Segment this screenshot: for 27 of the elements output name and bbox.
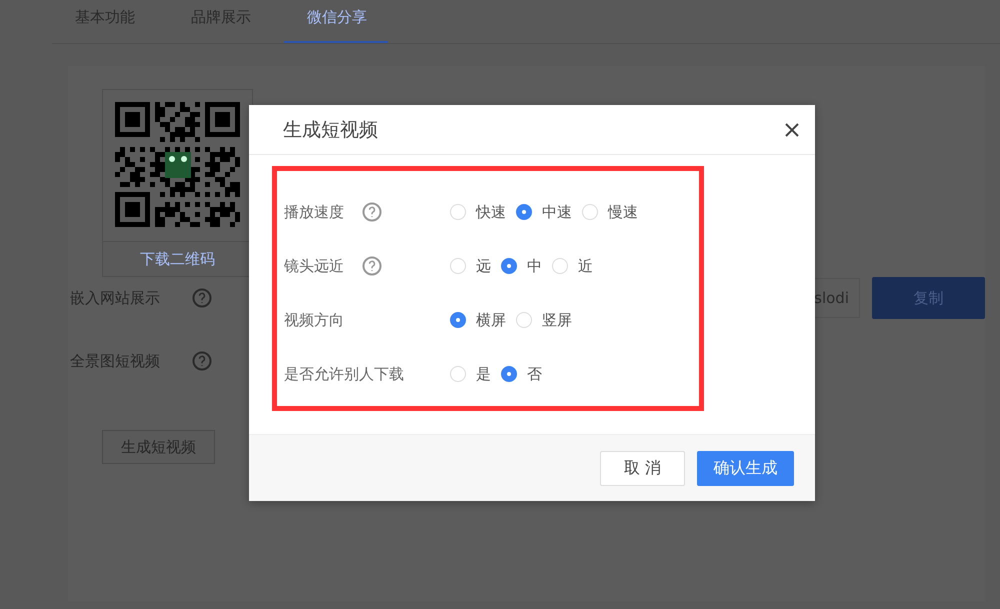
- help-icon[interactable]: [192, 288, 212, 308]
- dialog-title: 生成短视频: [283, 118, 379, 142]
- option-label: 播放速度: [284, 202, 345, 222]
- option-label: 是否允许别人下载: [284, 364, 405, 384]
- radio-label: 快速: [476, 202, 506, 222]
- close-icon[interactable]: [785, 122, 799, 136]
- radio-label: 竖屏: [542, 310, 572, 330]
- radio-label: 远: [476, 256, 491, 276]
- radio-button[interactable]: [501, 366, 517, 382]
- radio-label: 中: [527, 256, 542, 276]
- cancel-button[interactable]: 取 消: [600, 450, 685, 486]
- radio-label: 否: [527, 364, 542, 384]
- help-icon[interactable]: [192, 351, 212, 371]
- tab[interactable]: 微信分享: [284, 0, 388, 43]
- option-label: 视频方向: [284, 310, 345, 330]
- option-label: 镜头远近: [284, 256, 345, 276]
- radio-label: 是: [476, 364, 491, 384]
- help-icon[interactable]: [362, 256, 382, 276]
- radio-label: 慢速: [608, 202, 638, 222]
- help-icon[interactable]: [362, 202, 382, 222]
- radio-button[interactable]: [501, 258, 517, 274]
- radio-label: 近: [578, 256, 593, 276]
- radio-label: 横屏: [476, 310, 506, 330]
- confirm-button[interactable]: 确认生成: [697, 450, 794, 486]
- radio-label: 中速: [542, 202, 572, 222]
- radio-button[interactable]: [450, 312, 466, 328]
- radio-button[interactable]: [516, 204, 532, 220]
